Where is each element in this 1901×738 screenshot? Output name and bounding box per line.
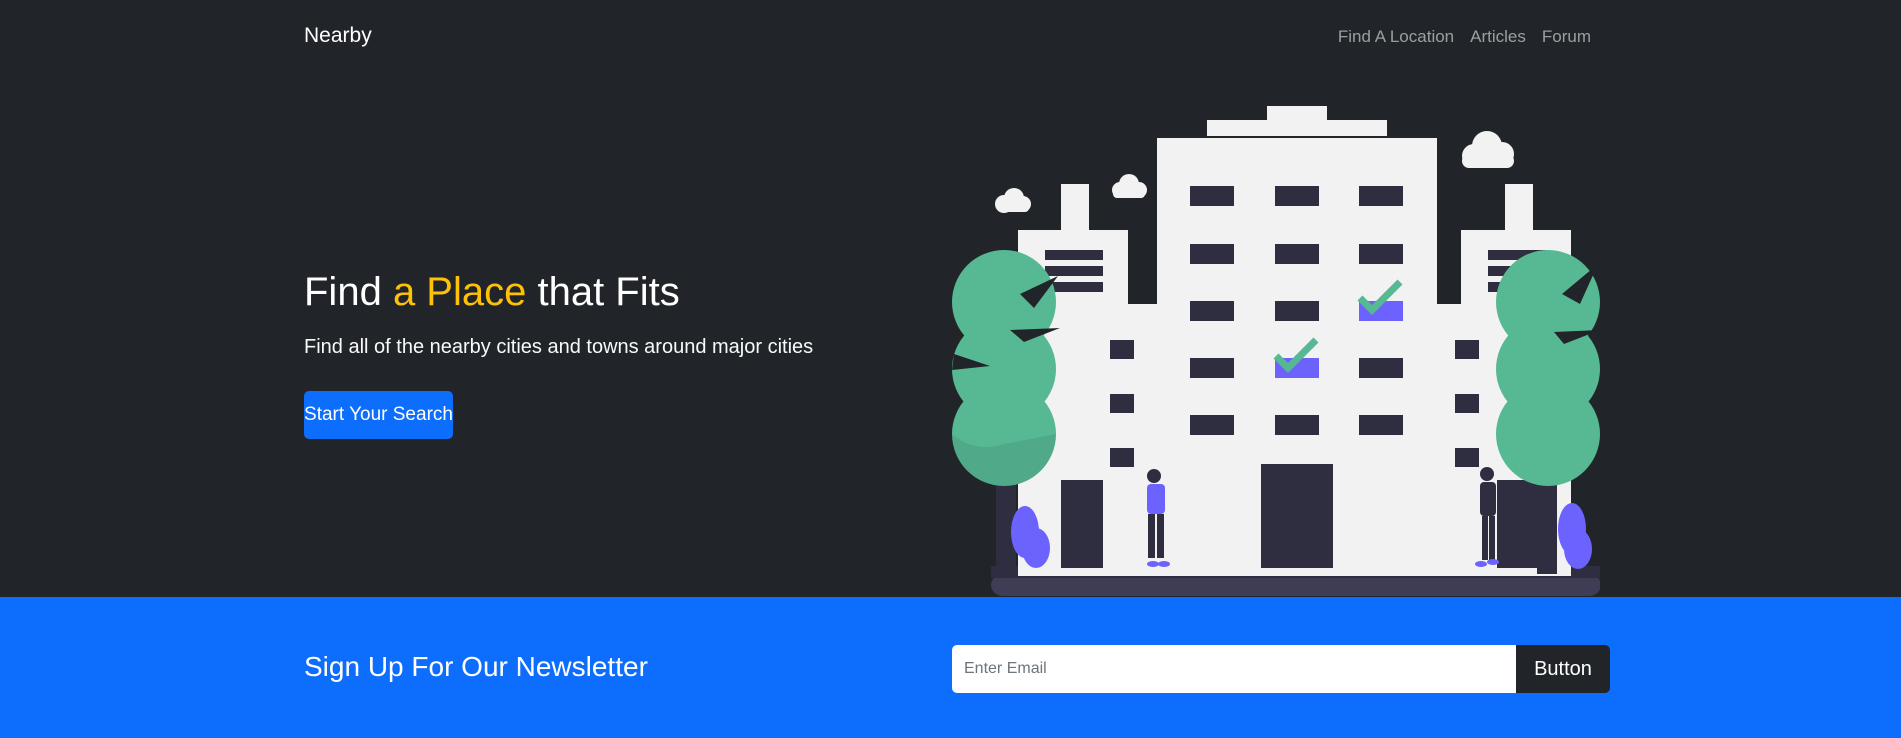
navbar: Nearby Find A Location Articles Forum (0, 0, 1901, 74)
nav-link-find-a-location[interactable]: Find A Location (1338, 27, 1454, 47)
cloud-icon (995, 188, 1031, 213)
email-input[interactable] (952, 645, 1516, 693)
hero-title-part1: Find (304, 270, 393, 314)
nav-link-forum[interactable]: Forum (1542, 27, 1591, 47)
cloud-icon (1462, 131, 1514, 168)
nav-link-articles[interactable]: Articles (1470, 27, 1526, 47)
hero-title-part2: that Fits (526, 270, 680, 314)
hero-title: Find a Place that Fits (304, 266, 813, 318)
newsletter-form: Button (952, 645, 1610, 693)
start-search-button[interactable]: Start Your Search (304, 391, 453, 439)
cloud-icon (1112, 174, 1147, 198)
hero-subtitle: Find all of the nearby cities and towns … (304, 336, 814, 358)
city-building-illustration (952, 106, 1600, 596)
newsletter-title: Sign Up For Our Newsletter (304, 651, 648, 682)
newsletter-section: Sign Up For Our Newsletter Button (0, 597, 1901, 738)
hero-title-accent: a Place (392, 270, 527, 314)
brand-logo[interactable]: Nearby (304, 24, 372, 48)
hero-text: Find a Place that Fits Find all of the n… (304, 266, 813, 359)
nav-links: Find A Location Articles Forum (1338, 27, 1591, 47)
hero-section: Nearby Find A Location Articles Forum Fi… (0, 0, 1901, 597)
newsletter-submit-button[interactable]: Button (1516, 645, 1610, 693)
